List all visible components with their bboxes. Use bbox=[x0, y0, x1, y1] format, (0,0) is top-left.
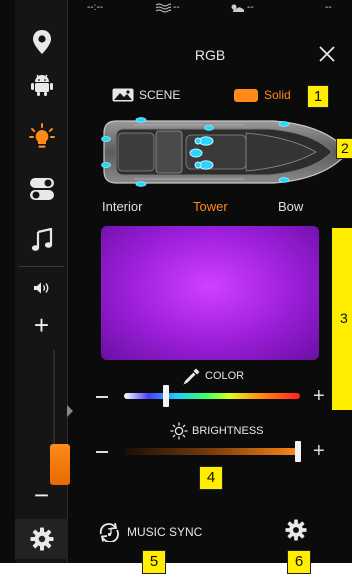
scene-image-icon bbox=[112, 88, 134, 102]
annotation-marker-5: 5 bbox=[142, 550, 166, 574]
water-waves-icon bbox=[155, 3, 171, 12]
sidebar-divider bbox=[19, 266, 64, 267]
partly-cloudy-icon bbox=[231, 4, 245, 12]
lighting-settings-button[interactable] bbox=[285, 519, 307, 546]
volume-minus-label: − bbox=[33, 480, 50, 510]
speaker-icon bbox=[33, 282, 48, 294]
volume-level-fill[interactable] bbox=[50, 444, 70, 485]
sun-icon bbox=[170, 422, 188, 440]
status-water-value: -- bbox=[173, 2, 180, 13]
page-title: RGB bbox=[194, 47, 226, 63]
status-time: --:-- bbox=[87, 2, 104, 13]
color-slider-track[interactable] bbox=[124, 393, 300, 399]
color-slider-thumb[interactable] bbox=[163, 385, 170, 407]
scene-label: SCENE bbox=[139, 88, 181, 102]
color-slider-header: COLOR bbox=[183, 367, 244, 385]
music-sync-button[interactable]: MUSIC SYNC bbox=[98, 522, 202, 542]
status-water: -- bbox=[155, 2, 180, 13]
status-extra: -- bbox=[325, 2, 332, 13]
sidebar-item-switches[interactable] bbox=[15, 167, 68, 211]
brightness-slider-track[interactable] bbox=[124, 448, 300, 455]
brightness-slider-thumb[interactable] bbox=[295, 441, 302, 462]
volume-plus-label: + bbox=[33, 310, 50, 340]
android-icon bbox=[30, 74, 53, 96]
device-screen: + − --:-- -- -- -- RGB SCENE Solid Inter… bbox=[0, 0, 352, 563]
sidebar-item-android[interactable] bbox=[15, 63, 68, 107]
volume-up-button[interactable]: + bbox=[15, 310, 68, 340]
annotation-marker-2: 2 bbox=[336, 138, 352, 159]
gear-icon bbox=[30, 527, 53, 551]
color-slider-label: COLOR bbox=[205, 370, 245, 382]
annotation-marker-3: 3 bbox=[340, 310, 348, 326]
volume-arrow-indicator bbox=[67, 405, 73, 417]
sidebar-item-location[interactable] bbox=[15, 20, 68, 64]
sidebar: + − bbox=[15, 0, 70, 563]
status-weather-value: -- bbox=[247, 2, 254, 13]
zone-tab-interior[interactable]: Interior bbox=[102, 199, 142, 214]
volume-down-button[interactable]: − bbox=[15, 480, 68, 510]
boat-zone-diagram[interactable] bbox=[94, 113, 352, 191]
music-sync-label: MUSIC SYNC bbox=[127, 525, 203, 539]
annotation-marker-1: 1 bbox=[307, 85, 329, 108]
close-icon[interactable] bbox=[316, 43, 338, 65]
sidebar-item-lighting[interactable] bbox=[15, 115, 68, 159]
volume-speaker bbox=[15, 275, 68, 301]
status-weather: -- bbox=[229, 2, 254, 13]
lightbulb-icon bbox=[28, 123, 55, 148]
music-note-icon bbox=[31, 228, 52, 251]
location-pin-icon bbox=[32, 30, 51, 54]
zone-tab-tower[interactable]: Tower bbox=[193, 199, 228, 214]
sidebar-settings-button[interactable] bbox=[15, 519, 68, 559]
status-bar: --:-- -- -- -- bbox=[69, 0, 352, 16]
solid-color-swatch bbox=[234, 88, 258, 102]
solid-label: Solid bbox=[264, 88, 291, 102]
zone-tab-bow[interactable]: Bow bbox=[278, 199, 303, 214]
eyedropper-icon bbox=[183, 368, 200, 385]
annotation-marker-4: 4 bbox=[199, 466, 223, 490]
color-decrease-button[interactable] bbox=[96, 396, 108, 398]
brightness-slider-header: BRIGHTNESS bbox=[170, 422, 264, 440]
brightness-decrease-button[interactable] bbox=[96, 451, 108, 453]
music-sync-icon bbox=[99, 522, 119, 542]
solid-mode-button[interactable]: Solid bbox=[234, 88, 291, 102]
annotation-marker-6: 6 bbox=[287, 550, 311, 574]
toggle-switch-icon bbox=[29, 178, 54, 200]
sidebar-item-music[interactable] bbox=[15, 218, 68, 262]
scene-mode-button[interactable]: SCENE bbox=[112, 88, 180, 102]
color-preview-swatch bbox=[101, 226, 319, 360]
color-increase-button[interactable]: + bbox=[313, 386, 325, 406]
brightness-slider-label: BRIGHTNESS bbox=[192, 425, 264, 437]
brightness-increase-button[interactable]: + bbox=[313, 441, 325, 461]
gear-icon bbox=[285, 519, 307, 541]
